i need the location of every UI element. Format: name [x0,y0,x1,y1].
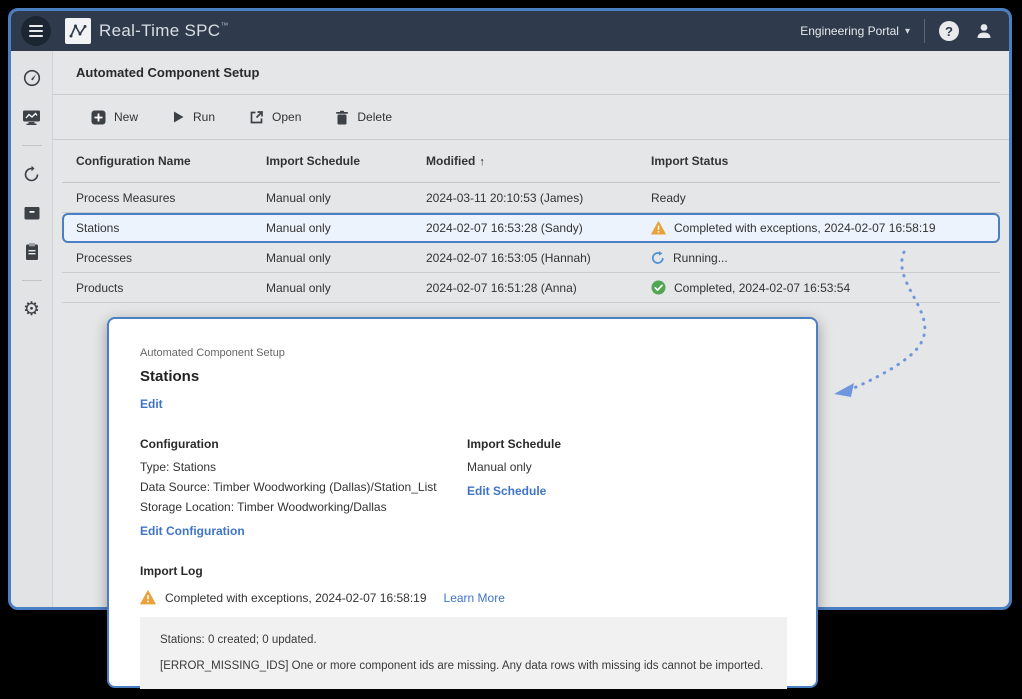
config-table: Configuration Name Import Schedule Modif… [53,140,1009,303]
table-row-products[interactable]: Products Manual only 2024-02-07 16:51:28… [62,273,1000,303]
column-header-schedule[interactable]: Import Schedule [252,154,412,168]
screenshot-stage: Real-Time SPC™ Engineering Portal ▾ ? [0,0,1022,699]
new-button-label: New [114,110,138,124]
open-external-icon [249,110,264,125]
edit-configuration-link[interactable]: Edit Configuration [140,524,245,538]
open-button-label: Open [272,110,301,124]
warning-icon [651,221,666,235]
top-bar: Real-Time SPC™ Engineering Portal ▾ ? [11,11,1009,51]
cell-modified: 2024-02-07 16:53:05 (Hannah) [412,251,637,265]
portal-selector[interactable]: Engineering Portal ▾ [800,24,910,38]
cell-modified: 2024-02-07 16:51:28 (Anna) [412,281,637,295]
table-header-row: Configuration Name Import Schedule Modif… [62,140,1000,183]
cell-schedule: Manual only [252,251,412,265]
topbar-divider [924,19,925,43]
sidebar-divider [22,145,42,146]
sync-icon[interactable] [21,163,43,185]
settings-gear-icon[interactable]: ⚙ [21,298,43,320]
configuration-heading: Configuration [140,437,467,451]
help-icon[interactable]: ? [939,21,959,41]
page-title: Automated Component Setup [76,65,259,80]
log-line: [ERROR_MISSING_IDS] One or more componen… [160,660,767,672]
panel-eyebrow: Automated Component Setup [140,347,787,359]
column-header-modified[interactable]: Modified↑ [412,154,637,168]
app-logo-icon [65,18,91,44]
configuration-section: Configuration Type: Stations Data Source… [140,437,467,540]
run-button-label: Run [193,110,215,124]
cell-name: Stations [64,221,254,235]
plus-icon [91,110,106,125]
left-sidebar: ⚙ [11,51,53,607]
dashboard-gauge-icon[interactable] [21,67,43,89]
topbar-right-group: Engineering Portal ▾ ? [800,19,995,43]
cell-schedule: Manual only [252,191,412,205]
chevron-down-icon: ▾ [905,26,910,37]
monitor-chart-icon[interactable] [21,106,43,128]
cell-status: Ready [637,191,1000,205]
import-schedule-heading: Import Schedule [467,437,561,451]
cell-modified: 2024-03-11 20:10:53 (James) [412,191,637,205]
column-header-status[interactable]: Import Status [637,154,1000,168]
edit-link[interactable]: Edit [140,397,163,411]
run-button[interactable]: Run [162,104,225,130]
play-icon [172,110,185,124]
import-log-status-text: Completed with exceptions, 2024-02-07 16… [165,591,427,605]
clipboard-icon[interactable] [21,241,43,263]
cell-status: Completed with exceptions, 2024-02-07 16… [639,221,998,235]
log-line: Stations: 0 created; 0 updated. [160,634,767,646]
toolbar: New Run [53,95,1009,140]
table-row-processes[interactable]: Processes Manual only 2024-02-07 16:53:0… [62,243,1000,273]
table-row-stations[interactable]: Stations Manual only 2024-02-07 16:53:28… [62,213,1000,243]
cell-status: Running... [637,251,1000,265]
app-title: Real-Time SPC™ [99,21,229,41]
page-title-bar: Automated Component Setup [53,51,1009,95]
trash-icon [335,110,349,125]
success-check-icon [651,280,666,295]
sidebar-divider [22,280,42,281]
new-button[interactable]: New [81,104,148,131]
cell-name: Process Measures [62,191,252,205]
cell-name: Processes [62,251,252,265]
cell-schedule: Manual only [254,221,414,235]
import-schedule-value: Manual only [467,460,561,474]
cell-status: Completed, 2024-02-07 16:53:54 [637,280,1000,295]
delete-button[interactable]: Delete [325,104,402,131]
column-header-name[interactable]: Configuration Name [62,154,252,168]
cell-schedule: Manual only [252,281,412,295]
detail-panel: Automated Component Setup Stations Edit … [107,317,818,688]
trademark-symbol: ™ [220,21,228,30]
archive-box-icon[interactable] [21,202,43,224]
table-row-process-measures[interactable]: Process Measures Manual only 2024-03-11 … [62,183,1000,213]
configuration-type: Type: Stations [140,460,467,474]
hamburger-menu-icon[interactable] [21,16,51,46]
import-log-heading: Import Log [140,564,787,578]
cell-modified: 2024-02-07 16:53:28 (Sandy) [414,221,639,235]
cell-name: Products [62,281,252,295]
sort-ascending-icon: ↑ [479,156,485,168]
import-log-box: Stations: 0 created; 0 updated. [ERROR_M… [140,617,787,689]
user-account-icon[interactable] [973,20,995,42]
delete-button-label: Delete [357,110,392,124]
edit-schedule-link[interactable]: Edit Schedule [467,484,546,498]
open-button[interactable]: Open [239,104,311,131]
configuration-data-source: Data Source: Timber Woodworking (Dallas)… [140,480,467,494]
configuration-storage-location: Storage Location: Timber Woodworking/Dal… [140,500,467,514]
portal-selector-label: Engineering Portal [800,24,899,38]
panel-title: Stations [140,368,787,385]
import-schedule-section: Import Schedule Manual only Edit Schedul… [467,437,561,540]
running-refresh-icon [651,251,665,265]
learn-more-link[interactable]: Learn More [444,591,505,605]
import-log-status-row: Completed with exceptions, 2024-02-07 16… [140,590,787,605]
warning-icon [140,590,156,605]
panel-columns: Configuration Type: Stations Data Source… [140,437,787,540]
